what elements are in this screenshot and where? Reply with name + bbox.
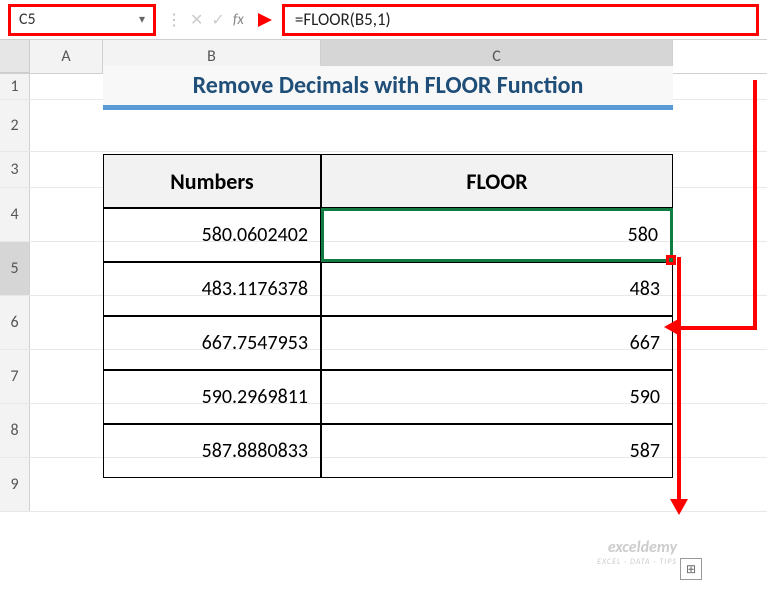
- cell-C8[interactable]: 590: [321, 370, 673, 424]
- select-all-corner[interactable]: [0, 40, 30, 73]
- cell-A4[interactable]: [30, 188, 103, 241]
- cell-A5[interactable]: [30, 242, 103, 295]
- row-header-1[interactable]: 1: [0, 74, 30, 99]
- cell-B6[interactable]: 483.1176378: [103, 262, 321, 316]
- row-header-8[interactable]: 8: [0, 404, 30, 457]
- row-header-5[interactable]: 5: [0, 242, 30, 295]
- chevron-down-icon[interactable]: ▾: [139, 12, 145, 27]
- formula-bar: C5 ▾ ⋮ ✕ ✓ fx =FLOOR(B5,1): [0, 0, 767, 40]
- formula-input[interactable]: =FLOOR(B5,1): [282, 4, 759, 36]
- watermark-tagline: EXCEL · DATA · TIPS: [597, 557, 677, 567]
- fx-icon[interactable]: fx: [233, 11, 244, 29]
- table-row: 483.1176378 483: [103, 262, 673, 316]
- cell-A6[interactable]: [30, 296, 103, 349]
- formula-controls: ⋮ ✕ ✓ fx: [162, 10, 248, 30]
- watermark-brand: exceldemy: [597, 538, 677, 557]
- arrow-connector-icon: [753, 80, 757, 330]
- row-header-6[interactable]: 6: [0, 296, 30, 349]
- cell-value: 580: [628, 223, 658, 247]
- fill-handle[interactable]: [666, 255, 676, 265]
- cell-A1[interactable]: [30, 74, 103, 99]
- table-row: 580.0602402 580: [103, 208, 673, 262]
- cell-C7[interactable]: 667: [321, 316, 673, 370]
- data-table: Numbers FLOOR 580.0602402 580 483.117637…: [103, 154, 673, 478]
- formula-text: =FLOOR(B5,1): [295, 9, 391, 30]
- page-title: Remove Decimals with FLOOR Function: [103, 66, 673, 110]
- cell-B5[interactable]: 580.0602402: [103, 208, 321, 262]
- cell-A3[interactable]: [30, 152, 103, 187]
- cell-A2[interactable]: [30, 100, 103, 151]
- table-header-row: Numbers FLOOR: [103, 154, 673, 208]
- arrow-down-icon: [670, 499, 688, 515]
- cell-C5[interactable]: 580: [321, 208, 673, 262]
- dots-icon: ⋮: [166, 10, 182, 30]
- row-header-7[interactable]: 7: [0, 350, 30, 403]
- cell-B7[interactable]: 667.7547953: [103, 316, 321, 370]
- cell-B9[interactable]: 587.8880833: [103, 424, 321, 478]
- cell-C9[interactable]: 587: [321, 424, 673, 478]
- table-row: 590.2969811 590: [103, 370, 673, 424]
- name-box-value: C5: [19, 10, 36, 29]
- table-row: 587.8880833 587: [103, 424, 673, 478]
- arrow-line-icon: [677, 257, 681, 501]
- cell-B8[interactable]: 590.2969811: [103, 370, 321, 424]
- col-header-A[interactable]: A: [30, 40, 103, 73]
- cell-A8[interactable]: [30, 404, 103, 457]
- watermark: exceldemy EXCEL · DATA · TIPS: [597, 538, 677, 567]
- arrow-connector-h-icon: [677, 326, 757, 330]
- header-floor[interactable]: FLOOR: [321, 154, 673, 208]
- row-header-4[interactable]: 4: [0, 188, 30, 241]
- spreadsheet-grid: A B C 1 2 3 4 5 6 7 8 9: [0, 40, 767, 512]
- arrow-right-icon: [258, 13, 272, 27]
- cell-A9[interactable]: [30, 458, 103, 511]
- header-numbers[interactable]: Numbers: [103, 154, 321, 208]
- cell-C6[interactable]: 483: [321, 262, 673, 316]
- row-header-9[interactable]: 9: [0, 458, 30, 511]
- table-row: 667.7547953 667: [103, 316, 673, 370]
- row-header-3[interactable]: 3: [0, 152, 30, 187]
- name-box[interactable]: C5 ▾: [8, 4, 156, 36]
- row-header-2[interactable]: 2: [0, 100, 30, 151]
- cell-A7[interactable]: [30, 350, 103, 403]
- arrow-left-icon: [664, 318, 680, 336]
- cancel-icon[interactable]: ✕: [190, 10, 203, 30]
- autofill-options-icon[interactable]: ⊞: [680, 558, 702, 580]
- check-icon[interactable]: ✓: [211, 10, 224, 30]
